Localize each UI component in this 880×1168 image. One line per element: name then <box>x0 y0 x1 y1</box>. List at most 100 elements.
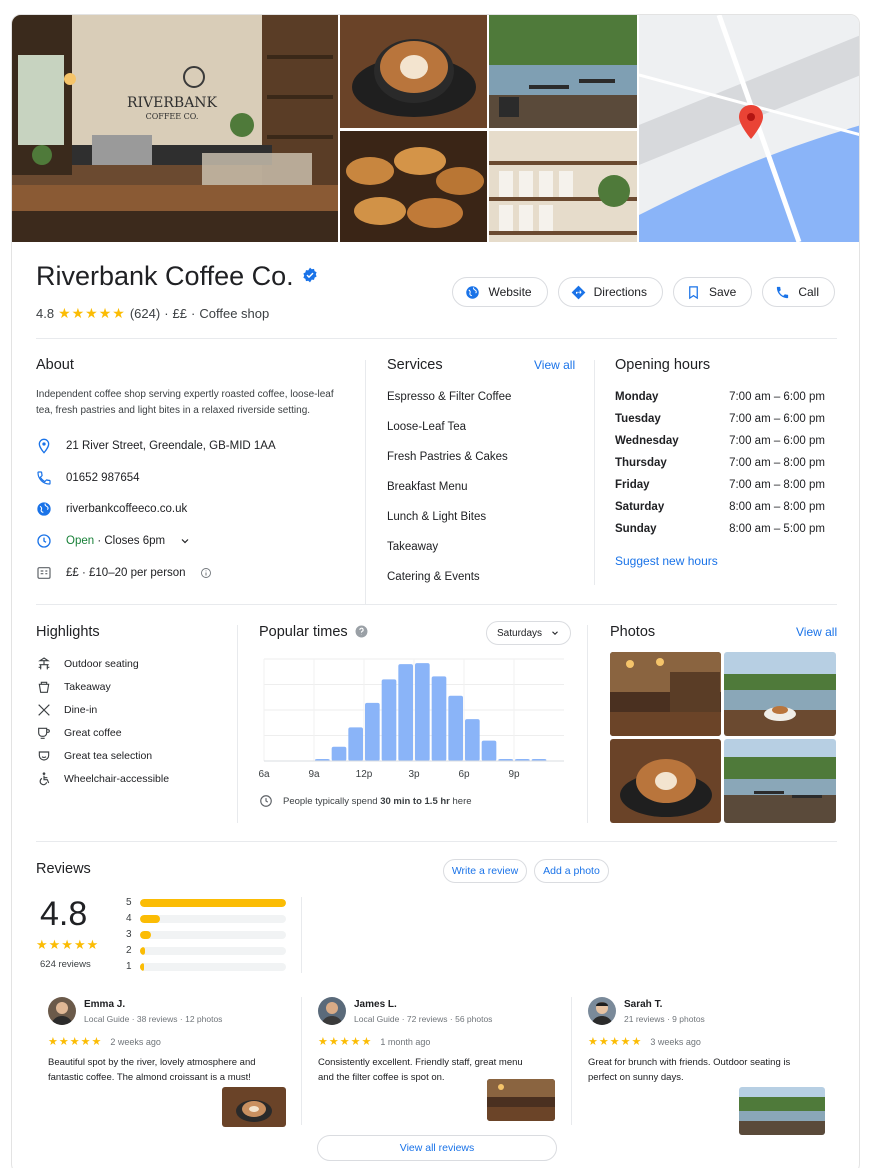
photo-thumb-latte[interactable] <box>610 739 721 823</box>
pastries-photo[interactable] <box>340 131 487 242</box>
service-item: Loose-Leaf Tea <box>387 421 467 433</box>
hours-time: 8:00 am – 5:00 pm <box>729 523 825 535</box>
photo-thumb-riverside[interactable] <box>724 739 836 823</box>
review-count[interactable]: (624) <box>130 306 160 321</box>
about-heading: About <box>36 357 74 373</box>
reviewer-name[interactable]: James L. <box>354 999 397 1010</box>
day-select-value: Saturdays <box>497 627 543 639</box>
business-name: Riverbank Coffee Co. <box>36 261 294 291</box>
day-select[interactable]: Saturdays <box>486 621 572 645</box>
review-star-glyphs: ★★★★★ <box>588 1036 643 1048</box>
divider <box>571 997 572 1125</box>
hours-heading: Opening hours <box>615 357 711 373</box>
phone-row[interactable]: 01652 987654 <box>36 470 140 486</box>
reviews-heading: Reviews <box>36 861 91 877</box>
globe-icon <box>37 502 51 516</box>
highlight-item: Takeaway <box>36 679 111 695</box>
website-row[interactable]: riverbankcoffeeco.co.uk <box>36 501 187 517</box>
hours-day: Sunday <box>615 523 657 535</box>
service-item: Espresso & Filter Coffee <box>387 391 512 403</box>
hours-day: Tuesday <box>615 413 661 425</box>
chart-bar[interactable] <box>331 746 347 761</box>
info-icon[interactable] <box>200 567 212 579</box>
rating-stars: ★★★★★ <box>58 305 126 321</box>
avatar[interactable] <box>318 997 346 1025</box>
help-icon[interactable] <box>355 625 368 638</box>
location-map[interactable] <box>639 15 859 242</box>
write-review-button[interactable]: Write a review <box>443 859 527 883</box>
rating-star-label: 3 <box>126 929 132 940</box>
review-text: Beautiful spot by the river, lovely atmo… <box>48 1057 256 1083</box>
save-label: Save <box>708 285 737 299</box>
photo-thumb-terrace-cup[interactable] <box>724 652 836 736</box>
call-button[interactable]: Call <box>762 277 835 307</box>
chart-bar[interactable] <box>365 702 380 761</box>
chart-bar[interactable] <box>481 740 497 761</box>
services-view-all-link[interactable]: View all <box>534 358 575 372</box>
divider <box>301 897 302 973</box>
chart-bar[interactable] <box>381 679 397 761</box>
website-button[interactable]: Website <box>452 277 548 307</box>
about-description: Independent coffee shop serving expertly… <box>36 389 334 416</box>
main-interior-photo[interactable]: RIVERBANK COFFEE CO. <box>12 15 338 242</box>
chart-tick-label: 3p <box>408 769 420 779</box>
directions-icon <box>571 285 585 299</box>
service-item: Breakfast Menu <box>387 481 468 493</box>
category[interactable]: Coffee shop <box>199 306 269 321</box>
review-star-glyphs: ★★★★★ <box>318 1036 373 1048</box>
chart-bar[interactable] <box>348 727 363 761</box>
price-range-row: ££ · £10–20 per person <box>36 565 212 581</box>
chart-bar[interactable] <box>431 676 447 761</box>
avatar[interactable] <box>48 997 76 1025</box>
coffee-shelf-photo[interactable] <box>489 131 637 242</box>
review-photo[interactable] <box>739 1087 825 1135</box>
reviewer-meta: Local Guide · 72 reviews · 56 photos <box>354 1014 493 1024</box>
suggest-hours-link[interactable]: Suggest new hours <box>615 554 718 568</box>
add-photo-button[interactable]: Add a photo <box>534 859 609 883</box>
open-hours-row[interactable]: Open · Closes 6pm <box>36 533 191 549</box>
review-photo[interactable] <box>222 1087 286 1127</box>
address-row[interactable]: 21 River Street, Greendale, GB-MID 1AA <box>36 438 276 454</box>
photo-thumb-interior[interactable] <box>610 652 721 736</box>
photos-view-all-link[interactable]: View all <box>796 625 837 639</box>
review-date: 2 weeks ago <box>110 1036 161 1047</box>
rating-distribution-row: 1 <box>126 961 286 972</box>
hours-row: Wednesday 7:00 am – 6:00 pm <box>615 430 825 452</box>
chart-bar[interactable] <box>465 719 480 761</box>
reviewer-name[interactable]: Emma J. <box>84 999 125 1010</box>
photos-heading: Photos <box>610 624 656 640</box>
reviewer-meta: 21 reviews · 9 photos <box>624 1014 705 1024</box>
directions-button[interactable]: Directions <box>557 277 663 307</box>
service-item: Catering & Events <box>387 571 480 583</box>
chart-bar[interactable] <box>448 695 463 761</box>
save-button[interactable]: Save <box>672 277 753 307</box>
avatar[interactable] <box>588 997 616 1025</box>
chart-bar[interactable] <box>398 664 413 761</box>
clock-icon <box>37 534 51 548</box>
chart-bar[interactable] <box>415 663 430 761</box>
rating-bar-track <box>139 946 286 955</box>
chevron-down-icon[interactable] <box>179 535 191 547</box>
separator: · <box>191 306 196 321</box>
price-level: ££ <box>172 306 188 321</box>
hours-time: 7:00 am – 6:00 pm <box>729 413 825 425</box>
rating-star-label: 2 <box>126 945 132 956</box>
chart-tick-label: 12p <box>356 769 373 779</box>
wheelchair-icon <box>39 772 50 786</box>
view-all-reviews-button[interactable]: View all reviews <box>317 1135 557 1161</box>
coffee-cup-icon <box>38 727 50 739</box>
hours-row: Tuesday 7:00 am – 6:00 pm <box>615 408 825 430</box>
latte-photo[interactable] <box>340 15 487 128</box>
tea-icon <box>38 751 50 761</box>
riverside-terrace-photo[interactable] <box>489 15 637 128</box>
price-range-text: ££ · £10–20 per person <box>66 567 186 579</box>
visit-duration-note: People typically spend 30 min to 1.5 hr … <box>259 794 472 808</box>
divider <box>594 360 595 585</box>
hours-row: Friday 7:00 am – 8:00 pm <box>615 474 825 496</box>
chart-tick-label: 6a <box>258 769 270 779</box>
chart-tick-label: 9p <box>508 769 520 779</box>
dine-in-icon <box>38 704 50 716</box>
review-photo[interactable] <box>487 1079 555 1121</box>
reviewer-name[interactable]: Sarah T. <box>624 999 662 1010</box>
note-suffix: here <box>452 795 472 807</box>
